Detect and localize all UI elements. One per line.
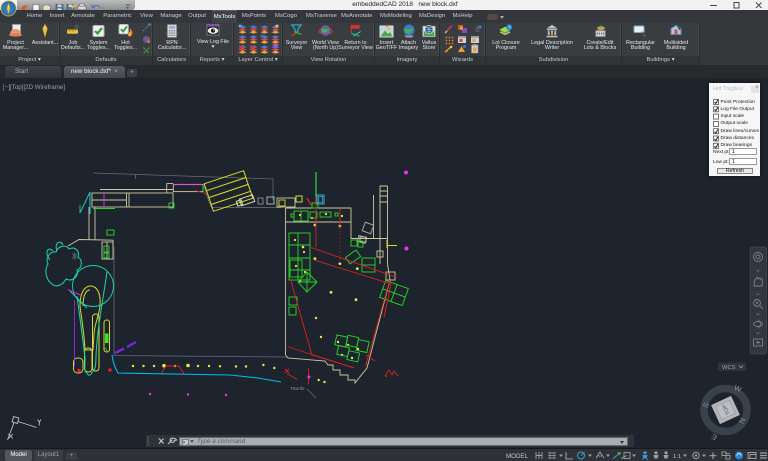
svg-text:TBurtle: TBurtle [290, 386, 305, 391]
svg-text:WCS: WCS [722, 365, 736, 371]
svg-text:MODEL: MODEL [506, 453, 529, 460]
svg-text:HH: HH [596, 32, 604, 38]
svg-text:?: ? [508, 25, 511, 31]
svg-text:E: E [710, 432, 718, 442]
svg-text:1:1: 1:1 [673, 454, 681, 460]
